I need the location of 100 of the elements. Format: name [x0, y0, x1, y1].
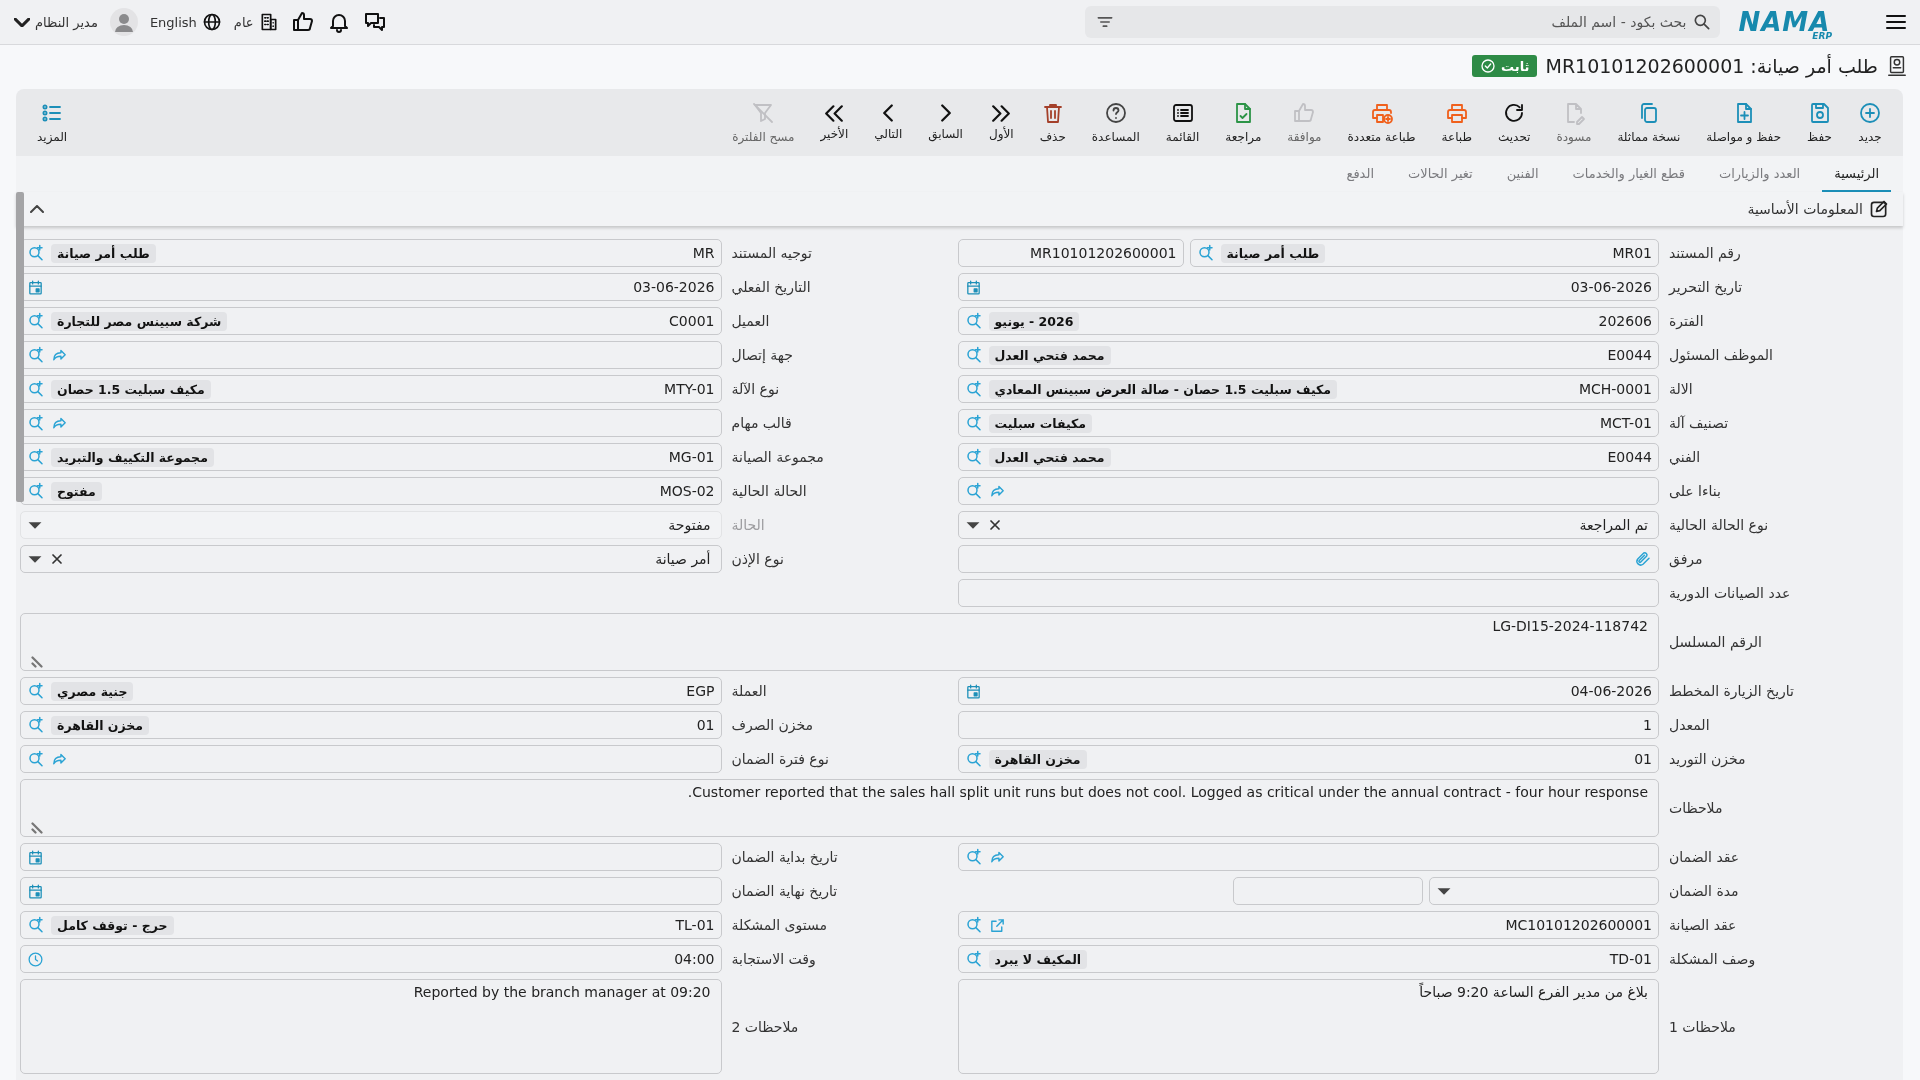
search-plus-icon[interactable]	[27, 414, 45, 432]
double-chevron-icon	[825, 104, 844, 122]
double-chevron-button[interactable]: الأول	[975, 100, 1027, 145]
caret-icon[interactable]	[1436, 886, 1452, 896]
help-icon	[1103, 101, 1128, 125]
search-plus-icon[interactable]	[27, 750, 45, 768]
field-label: العميل	[730, 313, 771, 329]
search-plus-icon[interactable]	[27, 448, 45, 466]
search-plus-icon[interactable]	[964, 482, 983, 500]
language-menu[interactable]: English	[149, 12, 222, 32]
tab[interactable]: قطع الغيار والخدمات	[1560, 156, 1697, 192]
tab[interactable]: الدفع	[1334, 156, 1386, 192]
user-menu[interactable]: مدير النظام	[14, 14, 98, 30]
search-plus-icon[interactable]	[27, 244, 45, 262]
thumbs-up-icon[interactable]	[290, 10, 315, 34]
search-plus-icon[interactable]	[27, 716, 45, 734]
company-selector[interactable]: عام	[233, 12, 279, 32]
dropdown[interactable]: أمر صيانة	[20, 545, 722, 573]
clock-icon[interactable]	[27, 950, 44, 968]
clear-icon[interactable]	[49, 551, 65, 567]
text-area[interactable]: Customer reported that the sales hall split unit runs but does not cool. Logged as critical under the annual contract - four hour response.	[20, 779, 1659, 837]
search-plus-icon[interactable]	[964, 414, 983, 432]
status-badge: ثابت	[1472, 55, 1538, 77]
help-button[interactable]: المساعدة	[1078, 97, 1153, 148]
lookup-field[interactable]	[957, 843, 1659, 871]
field-label: تاريخ نهاية الضمان	[730, 883, 839, 899]
calendar-icon[interactable]	[27, 882, 44, 900]
value-chip: مجموعة التكييف والتبريد	[51, 447, 214, 467]
copy-button[interactable]: نسخة مماثلة	[1604, 97, 1694, 148]
date-field[interactable]: 04-06-2026	[957, 677, 1659, 705]
caret-icon[interactable]	[27, 554, 43, 564]
value-chip: مخزن القاهرة	[51, 715, 150, 735]
value-chip: مكيف سبليت 1.5 حصان	[51, 379, 211, 399]
caret-icon[interactable]	[964, 520, 981, 530]
date-field[interactable]: 03-06-2026	[957, 273, 1659, 301]
date-field[interactable]	[20, 843, 722, 871]
chevron-button[interactable]: التالي	[861, 100, 916, 145]
time-field[interactable]: 04:00	[20, 945, 722, 973]
field-label: الرقم المسلسل	[1668, 634, 1763, 650]
text-field[interactable]	[957, 579, 1659, 607]
chat-icon[interactable]	[362, 10, 387, 34]
paperclip-icon[interactable]	[1634, 550, 1652, 568]
trash-button[interactable]: حذف	[1026, 97, 1079, 148]
attachment-field[interactable]	[957, 545, 1659, 573]
search-plus-icon[interactable]	[27, 482, 45, 500]
document-number-field[interactable]: MR10101202600001	[957, 239, 1184, 267]
lookup-field[interactable]	[957, 477, 1659, 505]
search-plus-icon[interactable]	[964, 346, 983, 364]
text-field[interactable]	[1233, 877, 1423, 905]
file-plus-button[interactable]: حفظ و مواصلة	[1693, 97, 1795, 148]
calendar-icon[interactable]	[27, 278, 44, 296]
external-link-icon[interactable]	[988, 916, 1006, 934]
search-plus-icon[interactable]	[27, 312, 45, 330]
text-field[interactable]: 1	[957, 711, 1659, 739]
list-button[interactable]: القائمة	[1152, 97, 1213, 148]
save-button[interactable]: حفظ	[1794, 97, 1845, 148]
search-plus-icon[interactable]	[964, 380, 983, 398]
field-label: الحالة	[730, 517, 766, 533]
tab[interactable]: الفنين	[1494, 156, 1551, 192]
text-area[interactable]: Reported by the branch manager at 09:20	[20, 979, 722, 1074]
dropdown[interactable]: تم المراجعة	[957, 511, 1659, 539]
resize-grip-icon	[31, 822, 43, 834]
calendar-icon[interactable]	[964, 278, 982, 296]
scrollbar-thumb[interactable]	[16, 192, 24, 502]
lookup-field[interactable]	[20, 745, 722, 773]
search-plus-icon[interactable]	[1196, 244, 1215, 262]
calendar-icon[interactable]	[27, 848, 44, 866]
double-chevron-button[interactable]: الأخير	[807, 100, 862, 145]
tab[interactable]: تغير الحالات	[1396, 156, 1485, 192]
lookup-field[interactable]: MC10101202600001	[957, 911, 1659, 939]
refresh-button[interactable]: تحديث	[1484, 97, 1544, 148]
search-plus-icon[interactable]	[964, 750, 983, 768]
search-plus-icon[interactable]	[27, 380, 45, 398]
search-plus-icon[interactable]	[964, 448, 983, 466]
field-label: وصف المشكلة	[1668, 951, 1757, 967]
search-plus-icon[interactable]	[27, 916, 45, 934]
plus-circle-button[interactable]: جديد	[1845, 97, 1895, 148]
search-plus-icon[interactable]	[27, 682, 45, 700]
search-plus-icon[interactable]	[27, 346, 45, 364]
text-area[interactable]: LG-DI15-2024-118742	[20, 613, 1659, 671]
field-label: عقد الضمان	[1668, 849, 1741, 865]
field-label: نوع الإذن	[730, 551, 785, 567]
more-button[interactable]: المزيد	[24, 97, 81, 148]
avatar[interactable]	[109, 8, 138, 36]
text-area[interactable]: بلاغ من مدير الفرع الساعة 9:20 صباحاً	[957, 979, 1659, 1074]
search-plus-icon[interactable]	[964, 950, 983, 968]
date-field[interactable]	[20, 877, 722, 905]
tab[interactable]: العدد والزيارات	[1706, 156, 1813, 192]
search-plus-icon[interactable]	[964, 916, 983, 934]
chevron-button[interactable]: السابق	[915, 100, 976, 145]
search-plus-icon[interactable]	[964, 848, 983, 866]
calendar-icon[interactable]	[964, 682, 982, 700]
search-field[interactable]: بحث بكود - اسم الملف	[1085, 6, 1721, 38]
search-plus-icon[interactable]	[964, 312, 983, 330]
list-icon	[1170, 101, 1195, 125]
printer-plus-button[interactable]: طباعة متعددة	[1334, 97, 1429, 148]
field-label: ملاحظات 1	[1668, 1018, 1737, 1035]
printer-button[interactable]: طباعة	[1428, 97, 1485, 148]
file-check-button[interactable]: مراجعة	[1212, 97, 1275, 148]
chevron-up-icon[interactable]	[30, 205, 44, 213]
